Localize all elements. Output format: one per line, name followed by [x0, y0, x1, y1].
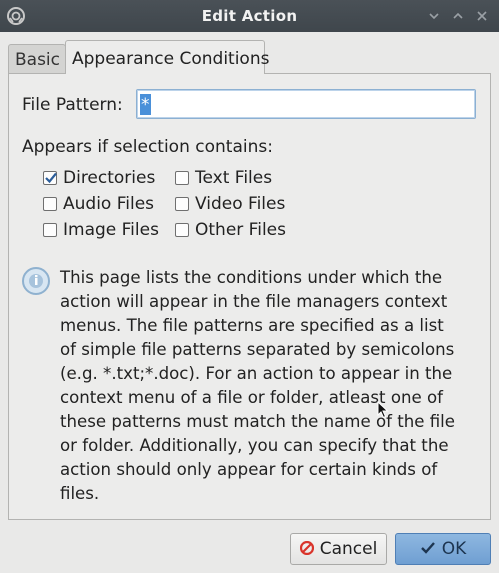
- window-title: Edit Action: [201, 7, 298, 25]
- text-files-checkbox[interactable]: [175, 171, 189, 185]
- directories-label[interactable]: Directories: [63, 168, 155, 188]
- mouse-cursor-icon: [377, 401, 389, 419]
- checkmark-icon: [420, 542, 435, 554]
- checkmark-icon: [45, 172, 57, 184]
- titlebar[interactable]: Edit Action: [0, 0, 499, 32]
- cancel-button[interactable]: Cancel: [290, 533, 387, 565]
- audio-files-checkbox[interactable]: [43, 197, 57, 211]
- info-icon: [22, 267, 50, 295]
- minimize-icon[interactable]: [427, 9, 441, 23]
- video-files-label[interactable]: Video Files: [195, 194, 285, 214]
- other-files-label[interactable]: Other Files: [195, 220, 286, 240]
- tab-basic[interactable]: Basic: [8, 44, 66, 74]
- edit-action-dialog: Edit Action Basic Appearance Conditions …: [0, 0, 499, 573]
- cancel-label: Cancel: [319, 539, 378, 559]
- appears-if-label: Appears if selection contains:: [22, 137, 273, 157]
- ok-button[interactable]: OK: [395, 533, 491, 565]
- close-icon[interactable]: [475, 9, 489, 23]
- audio-files-label[interactable]: Audio Files: [63, 194, 154, 214]
- other-files-checkbox[interactable]: [175, 223, 189, 237]
- image-files-label[interactable]: Image Files: [63, 220, 159, 240]
- file-pattern-input[interactable]: *: [136, 89, 476, 119]
- file-pattern-label: File Pattern:: [22, 95, 123, 115]
- file-pattern-value: *: [140, 94, 151, 115]
- directories-checkbox[interactable]: [43, 171, 57, 185]
- image-files-checkbox[interactable]: [43, 223, 57, 237]
- maximize-icon[interactable]: [451, 9, 465, 23]
- ok-label: OK: [441, 539, 467, 559]
- tab-appearance-conditions[interactable]: Appearance Conditions: [65, 40, 269, 74]
- cancel-icon: [299, 540, 314, 556]
- video-files-checkbox[interactable]: [175, 197, 189, 211]
- text-files-label[interactable]: Text Files: [195, 168, 272, 188]
- info-description: This page lists the conditions under whi…: [60, 268, 456, 503]
